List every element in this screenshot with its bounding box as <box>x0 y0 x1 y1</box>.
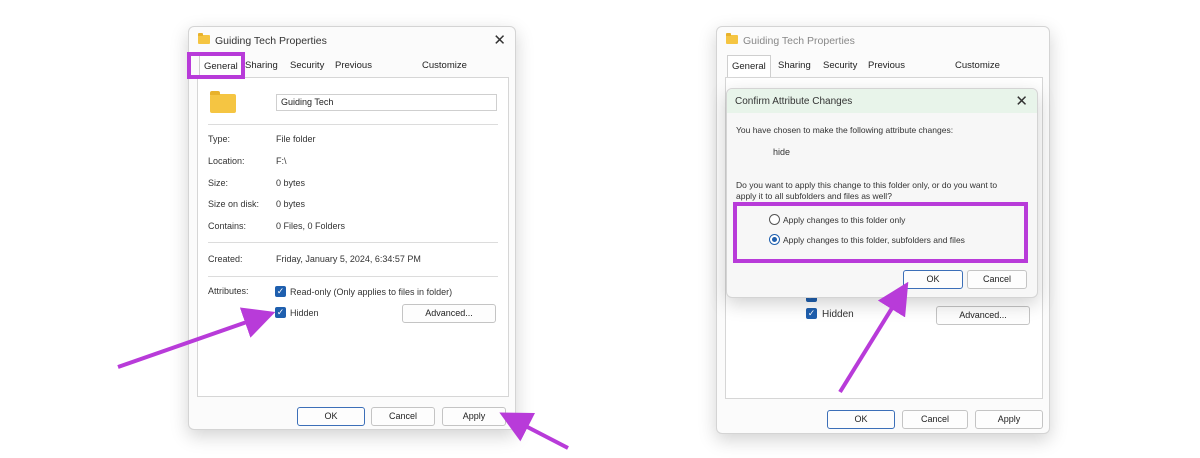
arrow-to-dialog-ok <box>838 281 909 394</box>
arrow-to-apply <box>499 412 569 450</box>
arrow-to-hidden <box>117 307 276 369</box>
annotation-arrows <box>117 281 909 450</box>
